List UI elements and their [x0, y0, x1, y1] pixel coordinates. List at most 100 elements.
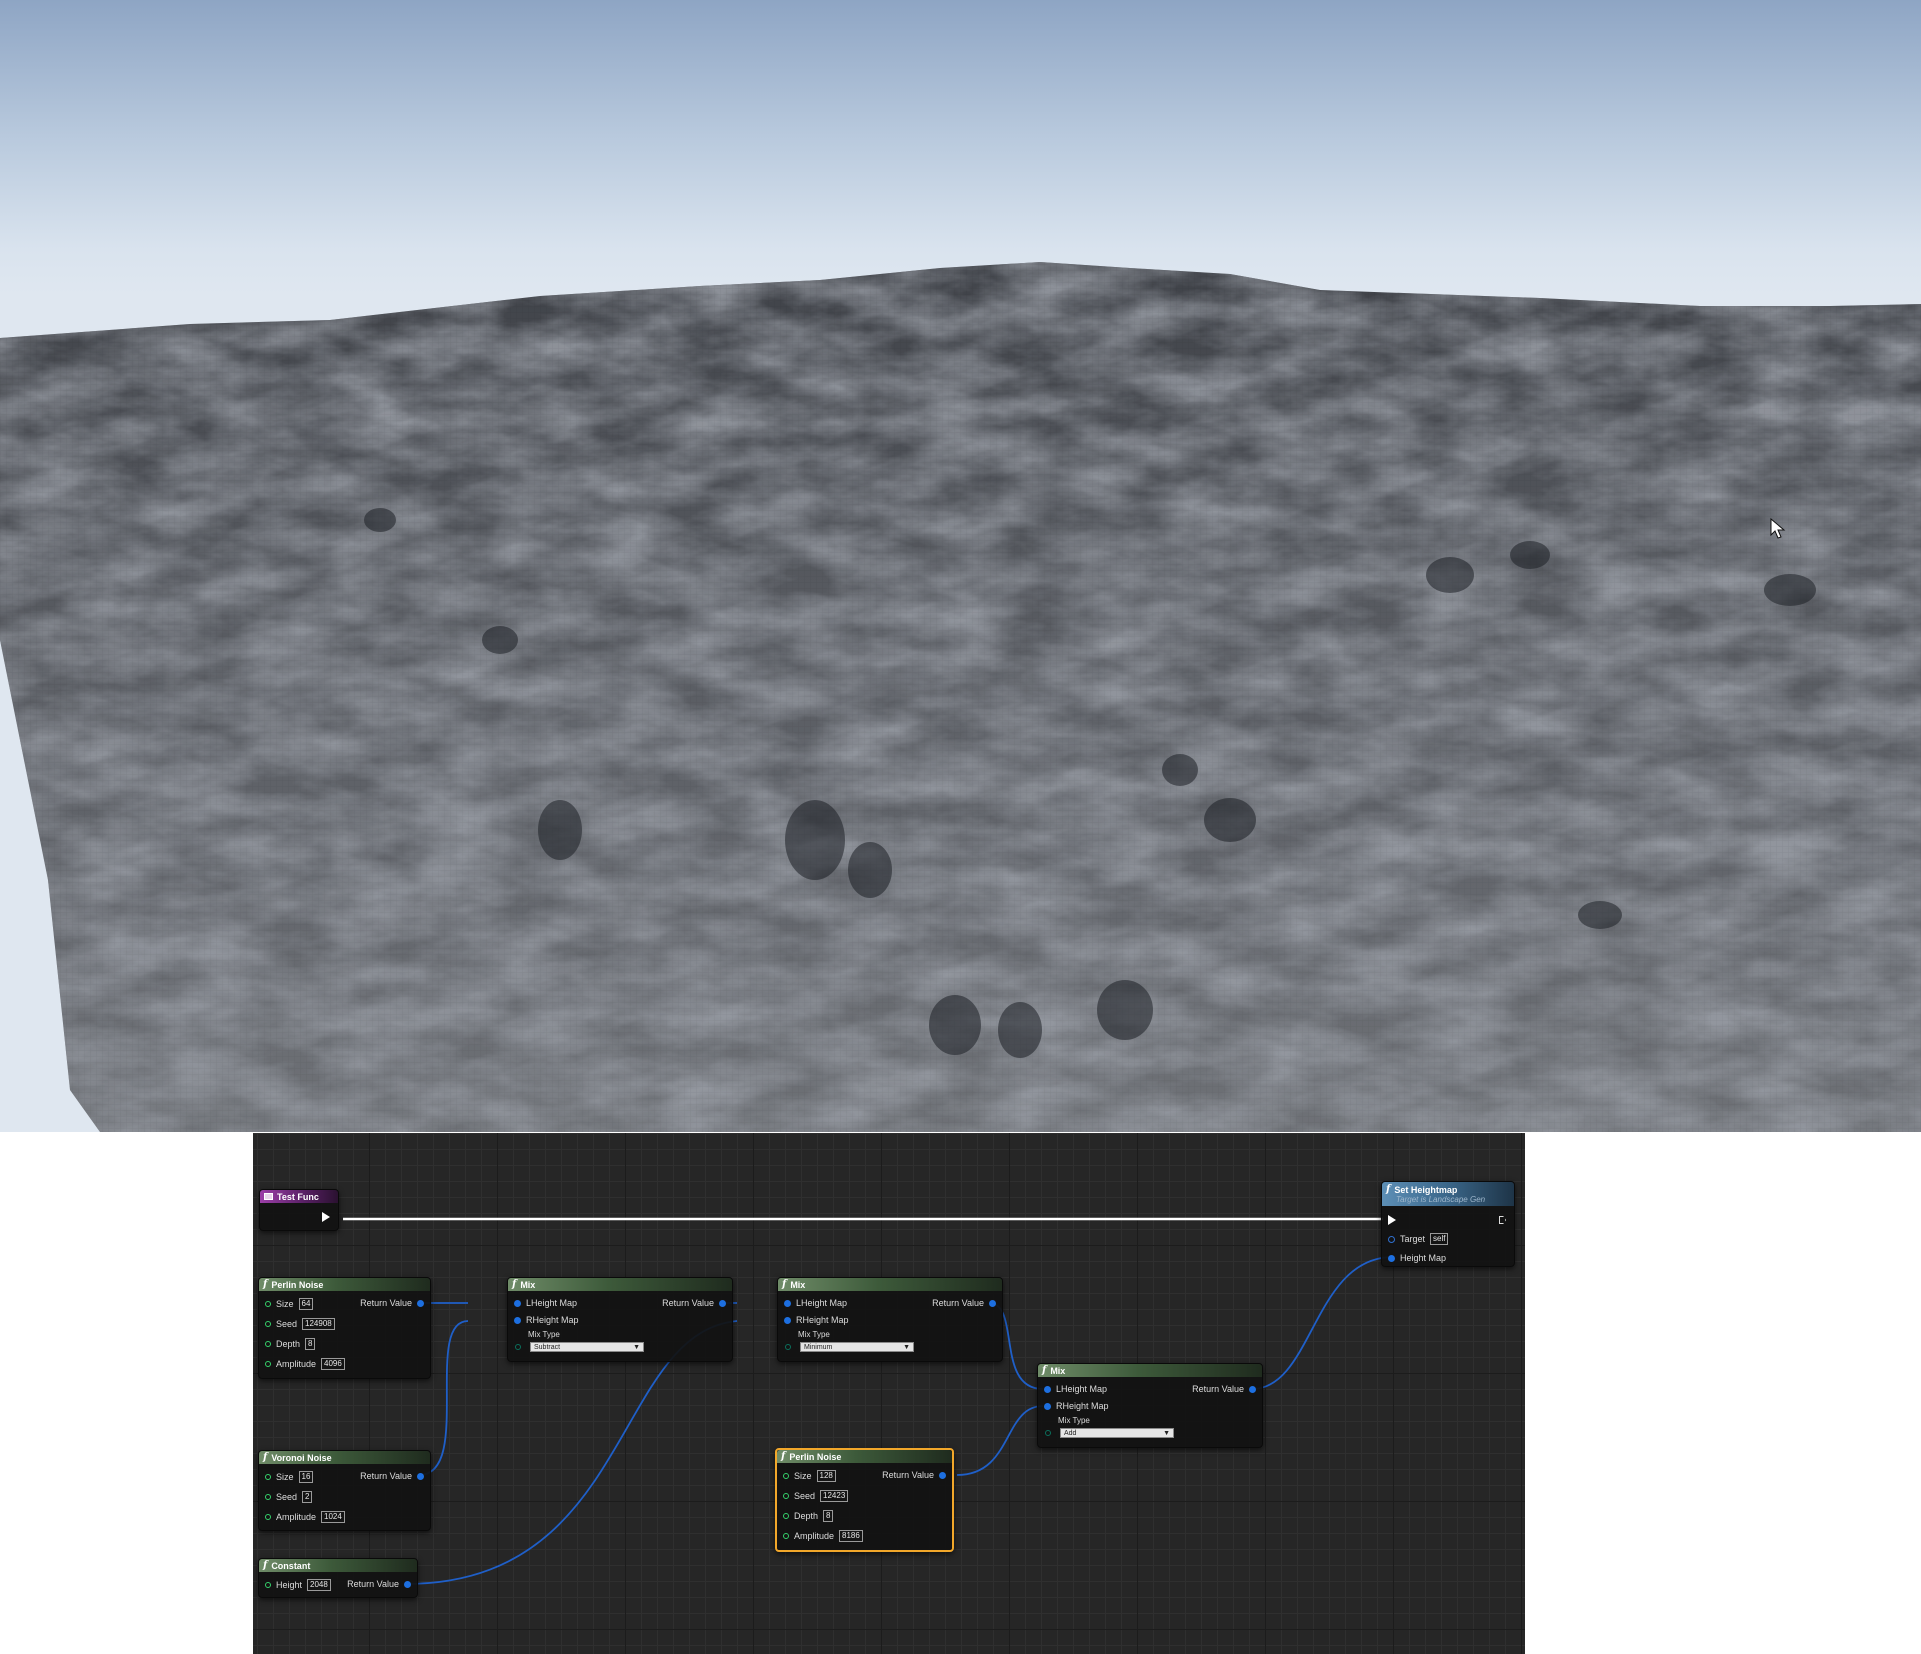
- return-label: Return Value: [360, 1298, 412, 1308]
- seed-pin[interactable]: Seed 2: [265, 1491, 313, 1503]
- return-value-pin[interactable]: Return Value: [882, 1470, 946, 1480]
- return-value-pin[interactable]: Return Value: [662, 1298, 726, 1308]
- rheight-map-pin[interactable]: RHeight Map: [514, 1315, 579, 1325]
- amplitude-pin[interactable]: Amplitude 8186: [783, 1530, 863, 1542]
- function-icon: f: [263, 1452, 268, 1463]
- perlin-noise-node[interactable]: f Perlin Noise Size 64 Seed 124908 Depth…: [258, 1277, 431, 1379]
- enum-pin-icon[interactable]: [515, 1344, 521, 1350]
- amplitude-label: Amplitude: [276, 1359, 317, 1369]
- depth-label: Depth: [794, 1511, 819, 1521]
- lheight-map-pin[interactable]: LHeight Map: [1044, 1384, 1107, 1394]
- seed-value[interactable]: 124908: [302, 1318, 335, 1330]
- seed-value[interactable]: 12423: [820, 1490, 849, 1502]
- mix-node[interactable]: f Mix LHeight Map RHeight Map Mix Type M…: [777, 1277, 1003, 1362]
- size-value[interactable]: 16: [298, 1471, 314, 1483]
- int-pin-icon: [265, 1361, 271, 1367]
- exec-out-pin[interactable]: [1499, 1216, 1506, 1224]
- test-func-node[interactable]: Test Func: [259, 1189, 339, 1231]
- int-pin-icon: [265, 1301, 271, 1307]
- depth-value[interactable]: 8: [823, 1510, 834, 1522]
- int-pin-icon: [265, 1582, 271, 1588]
- seed-label: Seed: [794, 1491, 816, 1501]
- function-icon: f: [263, 1279, 268, 1290]
- heightmap-pin-icon: [1249, 1385, 1256, 1393]
- size-label: Size: [276, 1299, 294, 1309]
- amplitude-value[interactable]: 4096: [321, 1358, 345, 1370]
- return-value-pin[interactable]: Return Value: [360, 1471, 424, 1481]
- return-label: Return Value: [932, 1298, 984, 1308]
- heightmap-pin-icon: [514, 1316, 521, 1324]
- size-label: Size: [794, 1471, 812, 1481]
- depth-value[interactable]: 8: [305, 1338, 316, 1350]
- chevron-down-icon: ▼: [633, 1344, 640, 1351]
- size-pin[interactable]: Size 16: [265, 1471, 314, 1483]
- amplitude-value[interactable]: 1024: [321, 1511, 345, 1523]
- mix-node[interactable]: f Mix LHeight Map RHeight Map Mix Type S…: [507, 1277, 733, 1362]
- function-icon: f: [1042, 1365, 1047, 1376]
- size-pin[interactable]: Size 64: [265, 1298, 314, 1310]
- heightmap-pin-icon: [417, 1299, 424, 1307]
- amplitude-pin[interactable]: Amplitude 1024: [265, 1511, 345, 1523]
- blueprint-graph[interactable]: Test Func f Perlin Noise Size 64 Seed 12…: [253, 1133, 1525, 1654]
- seed-label: Seed: [276, 1492, 298, 1502]
- viewport-3d[interactable]: [0, 0, 1921, 1132]
- return-label: Return Value: [360, 1471, 412, 1481]
- target-pin[interactable]: Target self: [1388, 1233, 1449, 1245]
- lheight-map-label: LHeight Map: [526, 1298, 578, 1308]
- mix-type-dropdown[interactable]: Subtract ▼: [530, 1342, 644, 1352]
- heightmap-pin-icon: [989, 1299, 996, 1307]
- exec-in-pin[interactable]: [1388, 1215, 1396, 1225]
- rheight-map-pin[interactable]: RHeight Map: [1044, 1401, 1109, 1411]
- heightmap-pin-icon: [784, 1316, 791, 1324]
- depth-pin[interactable]: Depth 8: [265, 1338, 316, 1350]
- function-icon: f: [512, 1279, 517, 1290]
- int-pin-icon: [783, 1513, 789, 1519]
- node-title: Mix: [790, 1279, 806, 1290]
- return-value-pin[interactable]: Return Value: [360, 1298, 424, 1308]
- lheight-map-pin[interactable]: LHeight Map: [784, 1298, 847, 1308]
- mix-type-value: Add: [1064, 1430, 1077, 1437]
- depth-label: Depth: [276, 1339, 301, 1349]
- enum-pin-icon[interactable]: [785, 1344, 791, 1350]
- seed-value[interactable]: 2: [302, 1491, 313, 1503]
- size-value[interactable]: 128: [816, 1470, 836, 1482]
- graph-wires: [343, 1217, 1394, 1585]
- size-value[interactable]: 64: [298, 1298, 314, 1310]
- mix-type-dropdown[interactable]: Add ▼: [1060, 1428, 1174, 1438]
- size-pin[interactable]: Size 128: [783, 1470, 836, 1482]
- node-title: Set Heightmap: [1394, 1184, 1458, 1195]
- exec-out-pin[interactable]: [322, 1212, 330, 1222]
- perlin-noise-node-selected[interactable]: f Perlin Noise Size 128 Seed 12423 Depth…: [775, 1448, 954, 1552]
- set-heightmap-node[interactable]: f Set Heightmap Target is Landscape Gen …: [1381, 1181, 1515, 1267]
- amplitude-pin[interactable]: Amplitude 4096: [265, 1358, 345, 1370]
- node-title: Test Func: [277, 1191, 319, 1202]
- return-value-pin[interactable]: Return Value: [932, 1298, 996, 1308]
- return-label: Return Value: [882, 1470, 934, 1480]
- return-label: Return Value: [1192, 1384, 1244, 1394]
- mix-type-dropdown[interactable]: Minimum ▼: [800, 1342, 914, 1352]
- mix-type-label: Mix Type: [528, 1330, 560, 1339]
- depth-pin[interactable]: Depth 8: [783, 1510, 834, 1522]
- rheight-map-pin[interactable]: RHeight Map: [784, 1315, 849, 1325]
- height-map-pin[interactable]: Height Map: [1388, 1253, 1446, 1263]
- height-value[interactable]: 2048: [307, 1579, 331, 1591]
- return-value-pin[interactable]: Return Value: [347, 1579, 411, 1589]
- seed-pin[interactable]: Seed 12423: [783, 1490, 849, 1502]
- lheight-map-pin[interactable]: LHeight Map: [514, 1298, 577, 1308]
- int-pin-icon: [265, 1321, 271, 1327]
- amplitude-value[interactable]: 8186: [839, 1530, 863, 1542]
- lheight-map-label: LHeight Map: [1056, 1384, 1108, 1394]
- seed-pin[interactable]: Seed 124908: [265, 1318, 335, 1330]
- mix-node[interactable]: f Mix LHeight Map RHeight Map Mix Type A…: [1037, 1363, 1263, 1448]
- function-icon: f: [263, 1560, 268, 1571]
- voronoi-noise-node[interactable]: f Voronoi Noise Size 16 Seed 2 Amplitude…: [258, 1450, 431, 1531]
- return-value-pin[interactable]: Return Value: [1192, 1384, 1256, 1394]
- rheight-map-label: RHeight Map: [1056, 1401, 1109, 1411]
- node-title: Perlin Noise: [789, 1451, 842, 1462]
- target-value[interactable]: self: [1430, 1233, 1449, 1245]
- heightmap-pin-icon: [939, 1471, 946, 1479]
- enum-pin-icon[interactable]: [1045, 1430, 1051, 1436]
- height-pin[interactable]: Height 2048: [265, 1579, 331, 1591]
- constant-node[interactable]: f Constant Height 2048 Return Value: [258, 1558, 418, 1598]
- size-label: Size: [276, 1472, 294, 1482]
